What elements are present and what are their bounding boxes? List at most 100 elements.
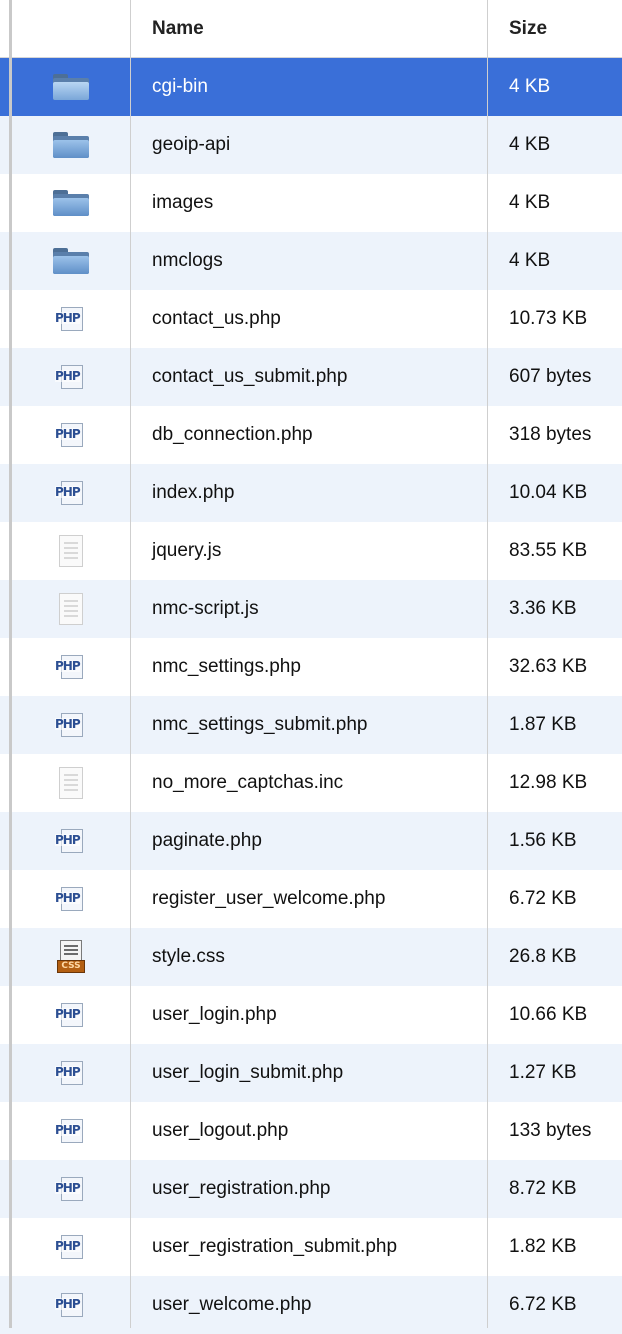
file-rows: cgi-bin 4 KB geoip-api 4 KB images 4 KB nmclog… <box>0 58 622 1334</box>
file-name[interactable]: register_user_welcome.php <box>130 870 487 928</box>
file-name[interactable]: index.php <box>130 464 487 522</box>
table-row[interactable]: cgi-bin 4 KB <box>0 58 622 116</box>
file-size: 1.56 KB <box>509 830 577 851</box>
folder-icon <box>53 132 89 158</box>
table-row[interactable]: PHP user_welcome.php 6.72 KB <box>0 1276 622 1334</box>
table-row[interactable]: PHP user_registration.php 8.72 KB <box>0 1160 622 1218</box>
file-icon-cell <box>12 580 130 638</box>
folder-icon <box>53 74 89 100</box>
table-row[interactable]: PHP db_connection.php 318 bytes <box>0 406 622 464</box>
php-file-icon: PHP <box>55 887 87 911</box>
file-name[interactable]: user_registration.php <box>130 1160 487 1218</box>
file-icon-cell: PHP <box>12 812 130 870</box>
file-name[interactable]: nmc_settings.php <box>130 638 487 696</box>
php-file-icon: PHP <box>55 423 87 447</box>
table-row[interactable]: PHP user_registration_submit.php 1.82 KB <box>0 1218 622 1276</box>
column-divider[interactable] <box>130 0 131 1328</box>
file-name[interactable]: nmclogs <box>130 232 487 290</box>
size-column-header[interactable]: Size <box>487 0 622 57</box>
text-file-icon <box>59 535 83 567</box>
file-size: 6.72 KB <box>509 1294 577 1315</box>
table-row[interactable]: PHP nmc_settings_submit.php 1.87 KB <box>0 696 622 754</box>
file-icon-cell: PHP <box>12 1044 130 1102</box>
php-file-icon: PHP <box>55 365 87 389</box>
php-file-icon: PHP <box>55 1003 87 1027</box>
file-name[interactable]: style.css <box>130 928 487 986</box>
file-name[interactable]: no_more_captchas.inc <box>130 754 487 812</box>
file-name[interactable]: jquery.js <box>130 522 487 580</box>
file-size: 1.27 KB <box>509 1062 577 1083</box>
file-name[interactable]: user_registration_submit.php <box>130 1218 487 1276</box>
table-row[interactable]: PHP register_user_welcome.php 6.72 KB <box>0 870 622 928</box>
table-row[interactable]: jquery.js 83.55 KB <box>0 522 622 580</box>
table-row[interactable]: nmc-script.js 3.36 KB <box>0 580 622 638</box>
file-size: 4 KB <box>509 250 551 271</box>
table-row[interactable]: PHP contact_us.php 10.73 KB <box>0 290 622 348</box>
table-row[interactable]: images 4 KB <box>0 174 622 232</box>
left-border <box>9 0 12 1328</box>
file-name[interactable]: user_login.php <box>130 986 487 1044</box>
icon-column-header[interactable] <box>12 0 130 57</box>
css-file-icon: CSS <box>57 940 85 974</box>
file-name[interactable]: contact_us_submit.php <box>130 348 487 406</box>
name-column-header[interactable]: Name <box>130 0 487 57</box>
file-icon-cell: PHP <box>12 290 130 348</box>
file-size: 12.98 KB <box>509 772 588 793</box>
php-file-icon: PHP <box>55 1293 87 1317</box>
table-row[interactable]: PHP user_logout.php 133 bytes <box>0 1102 622 1160</box>
file-list-table: Name Size cgi-bin 4 KB geoip-api 4 KB images… <box>0 0 622 1334</box>
table-row[interactable]: nmclogs 4 KB <box>0 232 622 290</box>
php-file-icon: PHP <box>55 1061 87 1085</box>
file-icon-cell: PHP <box>12 1276 130 1334</box>
table-row[interactable]: PHP nmc_settings.php 32.63 KB <box>0 638 622 696</box>
php-file-icon: PHP <box>55 655 87 679</box>
file-size: 4 KB <box>509 192 551 213</box>
file-size: 26.8 KB <box>509 946 577 967</box>
php-file-icon: PHP <box>55 713 87 737</box>
file-name[interactable]: contact_us.php <box>130 290 487 348</box>
table-row[interactable]: PHP user_login.php 10.66 KB <box>0 986 622 1044</box>
file-name[interactable]: geoip-api <box>130 116 487 174</box>
table-row[interactable]: no_more_captchas.inc 12.98 KB <box>0 754 622 812</box>
file-name[interactable]: user_welcome.php <box>130 1276 487 1334</box>
file-size: 83.55 KB <box>509 540 588 561</box>
table-header: Name Size <box>0 0 622 58</box>
file-size: 133 bytes <box>509 1120 592 1141</box>
file-size: 10.66 KB <box>509 1004 588 1025</box>
file-icon-cell: PHP <box>12 638 130 696</box>
file-name[interactable]: user_login_submit.php <box>130 1044 487 1102</box>
file-name[interactable]: user_logout.php <box>130 1102 487 1160</box>
file-icon-cell <box>12 754 130 812</box>
file-icon-cell: PHP <box>12 696 130 754</box>
table-row[interactable]: PHP index.php 10.04 KB <box>0 464 622 522</box>
table-row[interactable]: PHP user_login_submit.php 1.27 KB <box>0 1044 622 1102</box>
file-name[interactable]: nmc-script.js <box>130 580 487 638</box>
table-row[interactable]: geoip-api 4 KB <box>0 116 622 174</box>
php-file-icon: PHP <box>55 829 87 853</box>
file-name[interactable]: db_connection.php <box>130 406 487 464</box>
file-icon-cell <box>12 58 130 116</box>
file-icon-cell <box>12 232 130 290</box>
text-file-icon <box>59 767 83 799</box>
table-row[interactable]: CSS style.css 26.8 KB <box>0 928 622 986</box>
php-file-icon: PHP <box>55 1235 87 1259</box>
file-name[interactable]: nmc_settings_submit.php <box>130 696 487 754</box>
file-name[interactable]: cgi-bin <box>130 58 487 116</box>
file-size: 8.72 KB <box>509 1178 577 1199</box>
file-name[interactable]: paginate.php <box>130 812 487 870</box>
table-row[interactable]: PHP paginate.php 1.56 KB <box>0 812 622 870</box>
php-file-icon: PHP <box>55 1177 87 1201</box>
file-name[interactable]: images <box>130 174 487 232</box>
file-icon-cell: PHP <box>12 870 130 928</box>
folder-icon <box>53 190 89 216</box>
table-row[interactable]: PHP contact_us_submit.php 607 bytes <box>0 348 622 406</box>
php-file-icon: PHP <box>55 307 87 331</box>
column-divider[interactable] <box>487 0 488 1328</box>
file-size: 32.63 KB <box>509 656 588 677</box>
file-icon-cell: PHP <box>12 464 130 522</box>
file-size: 607 bytes <box>509 366 592 387</box>
file-size: 1.82 KB <box>509 1236 577 1257</box>
folder-icon <box>53 248 89 274</box>
file-size: 1.87 KB <box>509 714 577 735</box>
file-size: 10.04 KB <box>509 482 588 503</box>
